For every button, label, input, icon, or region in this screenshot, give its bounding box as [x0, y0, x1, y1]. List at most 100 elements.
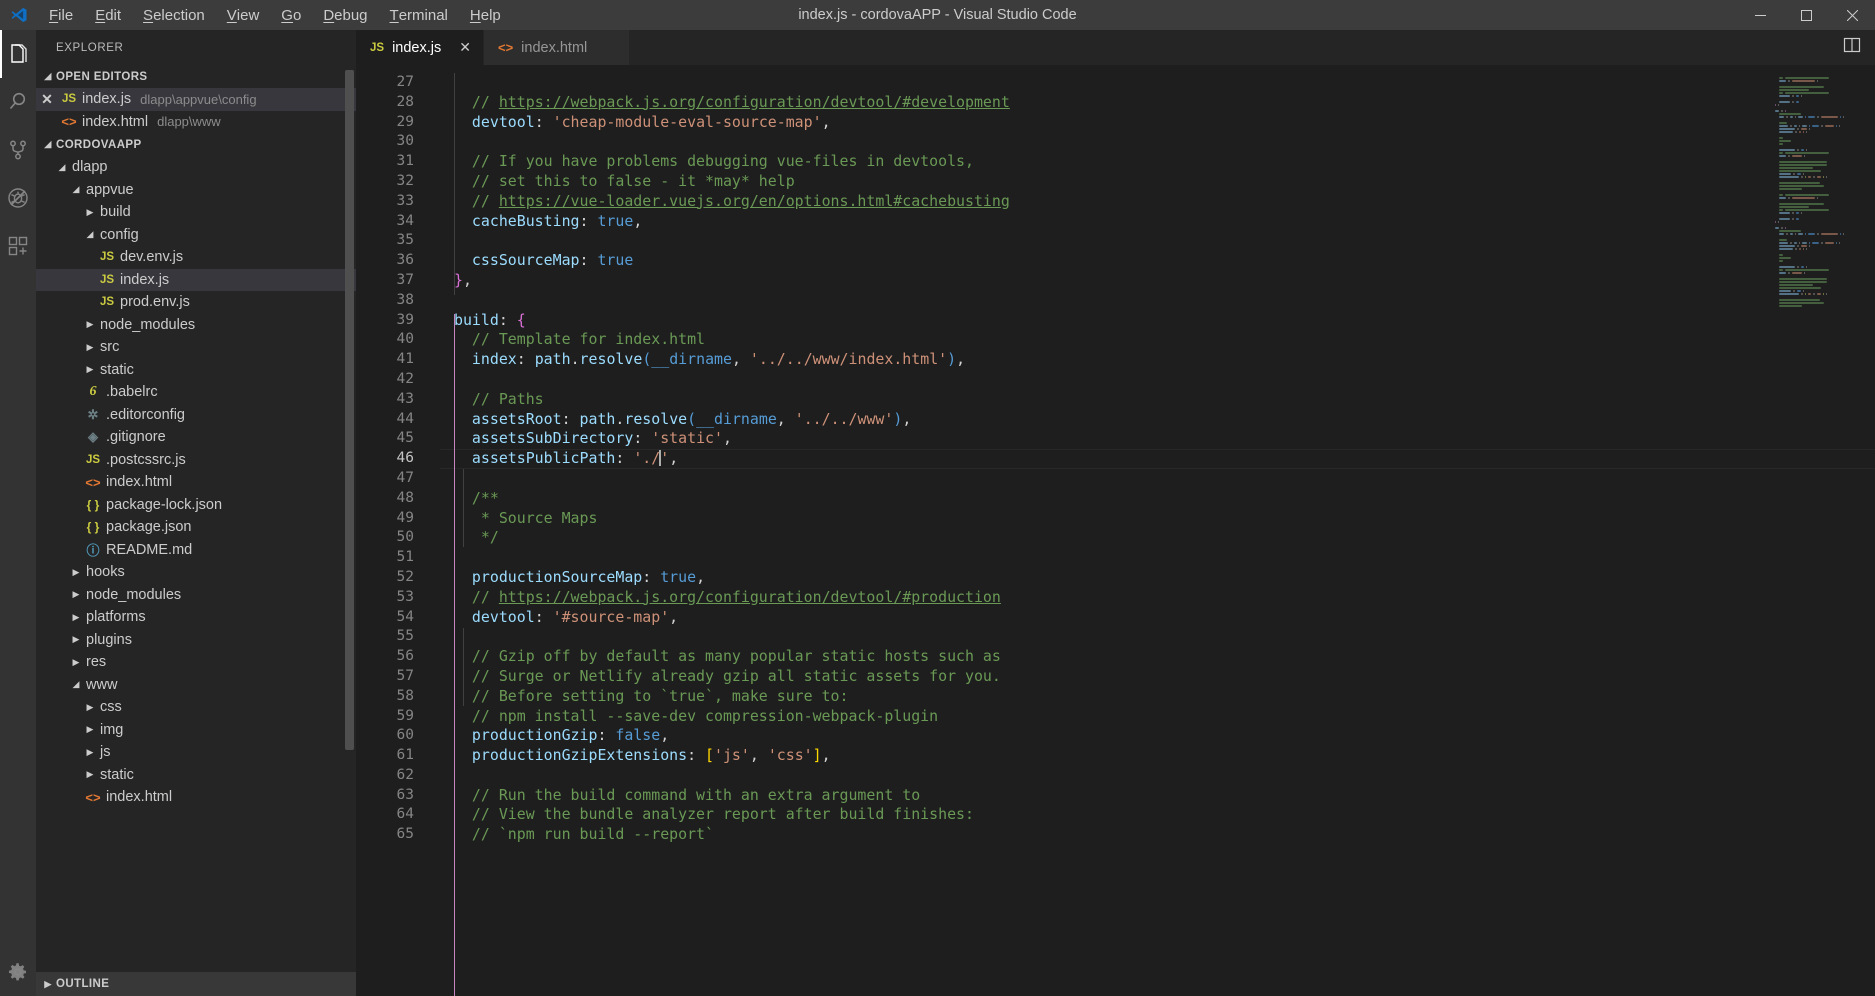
code-line[interactable] [454, 291, 1875, 311]
code-line[interactable]: // Run the build command with an extra a… [454, 786, 1875, 806]
chevron-right-icon[interactable]: ▶ [82, 364, 98, 375]
tree-item-hooks[interactable]: ▶ hooks [36, 561, 356, 584]
gear-icon[interactable] [0, 948, 36, 996]
editor-vertical-scrollbar[interactable] [1861, 65, 1875, 996]
tree-item-www[interactable]: ◢ www [36, 674, 356, 697]
chevron-right-icon[interactable]: ▶ [82, 342, 98, 353]
tree-item-index-html[interactable]: <> index.html [36, 471, 356, 494]
tree-item-readme-md[interactable]: ⓘ README.md [36, 539, 356, 562]
tree-item-static[interactable]: ▶ static [36, 764, 356, 787]
search-icon[interactable] [0, 78, 36, 126]
tab-index-js[interactable]: JS index.js ✕ [356, 30, 484, 65]
code-line[interactable] [454, 231, 1875, 251]
code-line[interactable]: // Template for index.html [454, 330, 1875, 350]
chevron-down-icon[interactable]: ◢ [40, 139, 56, 150]
tree-item-dlapp[interactable]: ◢ dlapp [36, 156, 356, 179]
code-line[interactable] [454, 766, 1875, 786]
code-line[interactable] [454, 627, 1875, 647]
chevron-down-icon[interactable]: ◢ [40, 71, 56, 82]
activity-bar[interactable] [0, 30, 36, 996]
tree-item-res[interactable]: ▶ res [36, 651, 356, 674]
code-line[interactable]: // npm install --save-dev compression-we… [454, 707, 1875, 727]
code-line[interactable]: build: { [454, 311, 1875, 331]
close-icon[interactable] [1829, 0, 1875, 30]
code-editor[interactable]: 27 28 29 30 31 32 33 34 35 36 37 38 39 40 41 42 43 44 45 46… [356, 65, 1875, 996]
tree-item--gitignore[interactable]: ◈ .gitignore [36, 426, 356, 449]
tree-item-build[interactable]: ▶ build [36, 201, 356, 224]
tree-item--babelrc[interactable]: 6 .babelrc [36, 381, 356, 404]
menu-view[interactable]: View [216, 0, 271, 30]
code-line[interactable]: // View the bundle analyzer report after… [454, 805, 1875, 825]
code-line[interactable]: // set this to false - it *may* help [454, 172, 1875, 192]
code-line[interactable] [454, 73, 1875, 93]
tree-item-js[interactable]: ▶ js [36, 741, 356, 764]
tab-index-html[interactable]: <> index.html ✕ [483, 30, 630, 65]
tree-item-index-js[interactable]: JS index.js [36, 268, 356, 291]
tree-item-package-lock-json[interactable]: { } package-lock.json [36, 494, 356, 517]
code-line[interactable] [454, 548, 1875, 568]
files-icon[interactable] [0, 30, 36, 78]
code-line[interactable]: productionSourceMap: true, [454, 568, 1875, 588]
editor-tabs[interactable]: JS index.js ✕ <> index.html ✕ [356, 30, 1875, 65]
code-line[interactable]: cssSourceMap: true [454, 251, 1875, 271]
tree-item-appvue[interactable]: ◢ appvue [36, 179, 356, 202]
code-line[interactable]: // Paths [454, 390, 1875, 410]
menu-selection[interactable]: Selection [132, 0, 216, 30]
code-line[interactable] [454, 370, 1875, 390]
menu-file[interactable]: File [38, 0, 84, 30]
code-line[interactable]: devtool: 'cheap-module-eval-source-map', [454, 113, 1875, 133]
chevron-right-icon[interactable]: ▶ [82, 724, 98, 735]
code-content[interactable]: // https://webpack.js.org/configuration/… [440, 73, 1875, 845]
chevron-down-icon[interactable]: ◢ [54, 162, 70, 173]
split-editor-icon[interactable] [1843, 36, 1861, 59]
code-line[interactable]: productionGzip: false, [454, 726, 1875, 746]
debug-icon[interactable] [0, 174, 36, 222]
code-line[interactable]: // `npm run build --report` [454, 825, 1875, 845]
open-editor-close-icon[interactable]: ✕ [36, 91, 58, 108]
chevron-right-icon[interactable]: ▶ [68, 657, 84, 668]
menu-terminal[interactable]: Terminal [379, 0, 459, 30]
chevron-right-icon[interactable]: ▶ [82, 747, 98, 758]
code-line[interactable] [454, 132, 1875, 152]
editor-actions[interactable] [1843, 30, 1875, 65]
tree-item-index-html[interactable]: <> index.html [36, 786, 356, 809]
chevron-right-icon[interactable]: ▶ [68, 612, 84, 623]
tree-item-css[interactable]: ▶ css [36, 696, 356, 719]
tree-item-dev-env-js[interactable]: JS dev.env.js [36, 246, 356, 269]
chevron-right-icon[interactable]: ▶ [82, 319, 98, 330]
sidebar-scrollbar[interactable] [345, 70, 354, 750]
code-line[interactable]: // https://webpack.js.org/configuration/… [454, 93, 1875, 113]
tree-item-config[interactable]: ◢ config [36, 224, 356, 247]
tree-item-static[interactable]: ▶ static [36, 359, 356, 382]
tree-item-platforms[interactable]: ▶ platforms [36, 606, 356, 629]
chevron-right-icon[interactable]: ▶ [68, 589, 84, 600]
code-line[interactable]: * Source Maps [454, 509, 1875, 529]
chevron-right-icon[interactable]: ▶ [68, 567, 84, 578]
minimize-icon[interactable] [1737, 0, 1783, 30]
chevron-right-icon[interactable]: ▶ [82, 207, 98, 218]
chevron-down-icon[interactable]: ◢ [82, 229, 98, 240]
tab-close-icon[interactable]: ✕ [605, 39, 617, 56]
code-line[interactable]: // If you have problems debugging vue-fi… [454, 152, 1875, 172]
code-line[interactable]: // https://webpack.js.org/configuration/… [454, 588, 1875, 608]
chevron-right-icon[interactable]: ▶ [68, 634, 84, 645]
open-editor-item[interactable]: <> index.html dlapp\www [36, 111, 356, 134]
code-line[interactable]: assetsPublicPath: './', [440, 449, 1875, 469]
code-content-wrapper[interactable]: // https://webpack.js.org/configuration/… [440, 65, 1875, 996]
tree-item-img[interactable]: ▶ img [36, 719, 356, 742]
tree-item-plugins[interactable]: ▶ plugins [36, 629, 356, 652]
editor-minimap[interactable] [1775, 73, 1861, 996]
tree-item--editorconfig[interactable]: ✲ .editorconfig [36, 404, 356, 427]
chevron-down-icon[interactable]: ◢ [68, 184, 84, 195]
code-line[interactable]: }, [454, 271, 1875, 291]
code-line[interactable]: index: path.resolve(__dirname, '../../ww… [454, 350, 1875, 370]
code-line[interactable]: // Surge or Netlify already gzip all sta… [454, 667, 1875, 687]
code-line[interactable]: /** [454, 489, 1875, 509]
menu-debug[interactable]: Debug [312, 0, 378, 30]
tree-item-src[interactable]: ▶ src [36, 336, 356, 359]
code-line[interactable]: */ [454, 528, 1875, 548]
tree-item-node-modules[interactable]: ▶ node_modules [36, 314, 356, 337]
menu-bar[interactable]: File Edit Selection View Go Debug Termin… [38, 0, 512, 30]
code-line[interactable]: productionGzipExtensions: ['js', 'css'], [454, 746, 1875, 766]
project-root-header[interactable]: ◢ CORDOVAAPP [36, 133, 356, 156]
